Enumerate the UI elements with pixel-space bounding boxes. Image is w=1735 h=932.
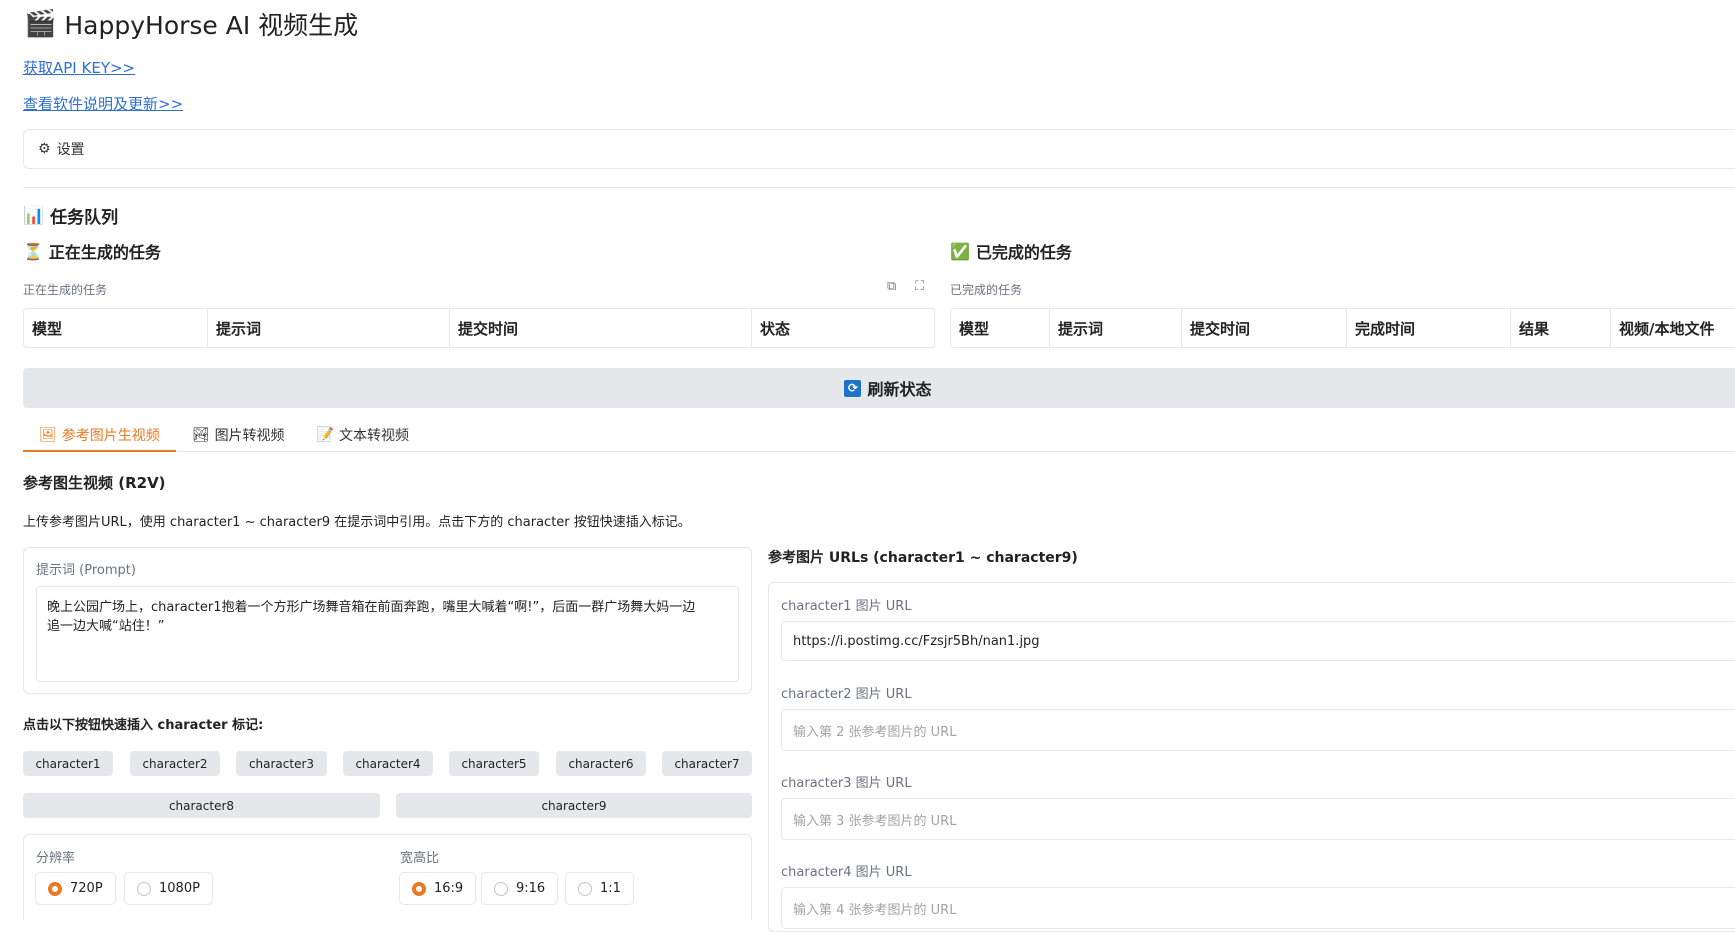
radio-unselected-icon bbox=[137, 881, 151, 896]
resolution-label: 分辨率 bbox=[36, 851, 76, 866]
docs-link[interactable]: 查看软件说明及更新>> bbox=[23, 93, 183, 114]
memo-icon: 📝 bbox=[316, 427, 334, 443]
resolution-720p-radio[interactable]: 720P bbox=[35, 872, 116, 905]
app-title: HappyHorse AI 视频生成 bbox=[64, 11, 359, 40]
character3-button[interactable]: character3 bbox=[236, 751, 327, 776]
running-table-label: 正在生成的任务 bbox=[23, 283, 108, 297]
r2v-description: 上传参考图片URL，使用 character1 ~ character9 在提示… bbox=[23, 515, 691, 530]
mode-tabs: 🖼 参考图片生视频 🏞 图片转视频 📝 文本转视频 bbox=[23, 420, 1735, 452]
running-table: 模型 提示词 提交时间 状态 bbox=[23, 308, 935, 348]
aspect-1-1-radio[interactable]: 1:1 bbox=[565, 872, 634, 905]
character4-url-label: character4 图片 URL bbox=[781, 865, 912, 880]
prompt-text-line: 追一边大喊“站住！” bbox=[47, 619, 165, 634]
clapperboard-icon: 🎬 bbox=[24, 9, 57, 39]
copy-icon[interactable]: ⧉ bbox=[887, 279, 896, 294]
character2-url-input[interactable]: 输入第 2 张参考图片的 URL bbox=[781, 709, 1735, 751]
column-header[interactable]: 完成时间 bbox=[1347, 309, 1511, 347]
page-title: 🎬 HappyHorse AI 视频生成 bbox=[24, 6, 358, 42]
character8-button[interactable]: character8 bbox=[23, 793, 380, 818]
running-heading: ⏳ 正在生成的任务 bbox=[23, 241, 161, 263]
character1-button[interactable]: character1 bbox=[23, 751, 113, 776]
prompt-text-line: 晚上公园广场上，character1抱着一个方形广场舞音箱在前面奔跑，嘴里大喊着… bbox=[47, 600, 696, 615]
divider bbox=[23, 187, 1735, 188]
hourglass-icon: ⏳ bbox=[23, 241, 43, 261]
api-key-link[interactable]: 获取API KEY>> bbox=[23, 57, 135, 78]
character2-url-label: character2 图片 URL bbox=[781, 687, 912, 702]
refresh-status-button[interactable]: ⟳ 刷新状态 bbox=[23, 368, 1735, 408]
gear-icon: ⚙ bbox=[38, 141, 51, 157]
character4-url-input[interactable]: 输入第 4 张参考图片的 URL bbox=[781, 887, 1735, 929]
bar-chart-icon: 📊 bbox=[23, 205, 45, 226]
settings-accordion[interactable]: ⚙ 设置 bbox=[23, 129, 1735, 169]
column-header[interactable]: 提示词 bbox=[1050, 309, 1182, 347]
insert-label: 点击以下按钮快速插入 character 标记: bbox=[23, 718, 264, 733]
radio-unselected-icon bbox=[578, 881, 592, 896]
done-table: 模型 提示词 提交时间 完成时间 结果 视频/本地文件 bbox=[950, 308, 1735, 348]
aspect-label: 宽高比 bbox=[400, 851, 440, 866]
prompt-panel: 提示词 (Prompt) 晚上公园广场上，character1抱着一个方形广场舞… bbox=[23, 547, 752, 694]
prompt-textarea[interactable]: 晚上公园广场上，character1抱着一个方形广场舞音箱在前面奔跑，嘴里大喊着… bbox=[36, 586, 739, 682]
image-mountain-icon: 🏞 bbox=[191, 427, 210, 443]
character5-button[interactable]: character5 bbox=[449, 751, 539, 776]
character3-url-label: character3 图片 URL bbox=[781, 776, 912, 791]
refresh-icon: ⟳ bbox=[844, 379, 862, 397]
radio-selected-icon bbox=[412, 881, 426, 896]
character4-button[interactable]: character4 bbox=[343, 751, 433, 776]
character1-url-input[interactable]: https://i.postimg.cc/Fzsjr5Bh/nan1.jpg bbox=[781, 621, 1735, 661]
radio-selected-icon bbox=[48, 881, 62, 896]
character1-url-label: character1 图片 URL bbox=[781, 599, 912, 614]
prompt-label: 提示词 (Prompt) bbox=[36, 563, 136, 578]
character9-button[interactable]: character9 bbox=[396, 793, 752, 818]
character6-button[interactable]: character6 bbox=[556, 751, 646, 776]
aspect-9-16-radio[interactable]: 9:16 bbox=[481, 872, 559, 905]
done-table-label: 已完成的任务 bbox=[950, 283, 1023, 297]
tab-text-to-video[interactable]: 📝 文本转视频 bbox=[301, 420, 425, 450]
column-header[interactable]: 提交时间 bbox=[1182, 309, 1347, 347]
character2-button[interactable]: character2 bbox=[130, 751, 220, 776]
fullscreen-icon[interactable]: ⛶ bbox=[915, 279, 924, 294]
tab-reference-image-to-video[interactable]: 🖼 参考图片生视频 bbox=[23, 420, 176, 452]
settings-label: 设置 bbox=[56, 142, 85, 158]
urls-panel: character1 图片 URL https://i.postimg.cc/F… bbox=[768, 582, 1735, 932]
radio-unselected-icon bbox=[494, 881, 508, 896]
column-header[interactable]: 结果 bbox=[1511, 309, 1611, 347]
urls-heading: 参考图片 URLs (character1 ~ character9) bbox=[768, 550, 1078, 566]
picture-icon: 🖼 bbox=[39, 427, 57, 443]
resolution-1080p-radio[interactable]: 1080P bbox=[124, 872, 213, 905]
queue-heading: 📊 任务队列 bbox=[23, 205, 119, 229]
character3-url-input[interactable]: 输入第 3 张参考图片的 URL bbox=[781, 798, 1735, 840]
aspect-16-9-radio[interactable]: 16:9 bbox=[399, 872, 477, 905]
column-header[interactable]: 模型 bbox=[951, 309, 1050, 347]
column-header[interactable]: 模型 bbox=[24, 309, 208, 347]
done-heading: ✅ 已完成的任务 bbox=[950, 241, 1072, 263]
tab-image-to-video[interactable]: 🏞 图片转视频 bbox=[176, 420, 301, 450]
column-header[interactable]: 提交时间 bbox=[450, 309, 752, 347]
column-header[interactable]: 状态 bbox=[752, 309, 934, 347]
character7-button[interactable]: character7 bbox=[662, 751, 752, 776]
r2v-heading: 参考图生视频 (R2V) bbox=[23, 474, 166, 492]
column-header[interactable]: 视频/本地文件 bbox=[1611, 309, 1735, 347]
column-header[interactable]: 提示词 bbox=[208, 309, 450, 347]
options-panel: 分辨率 720P 1080P 宽高比 16:9 9:16 1:1 bbox=[23, 834, 752, 920]
check-mark-icon: ✅ bbox=[950, 241, 970, 261]
